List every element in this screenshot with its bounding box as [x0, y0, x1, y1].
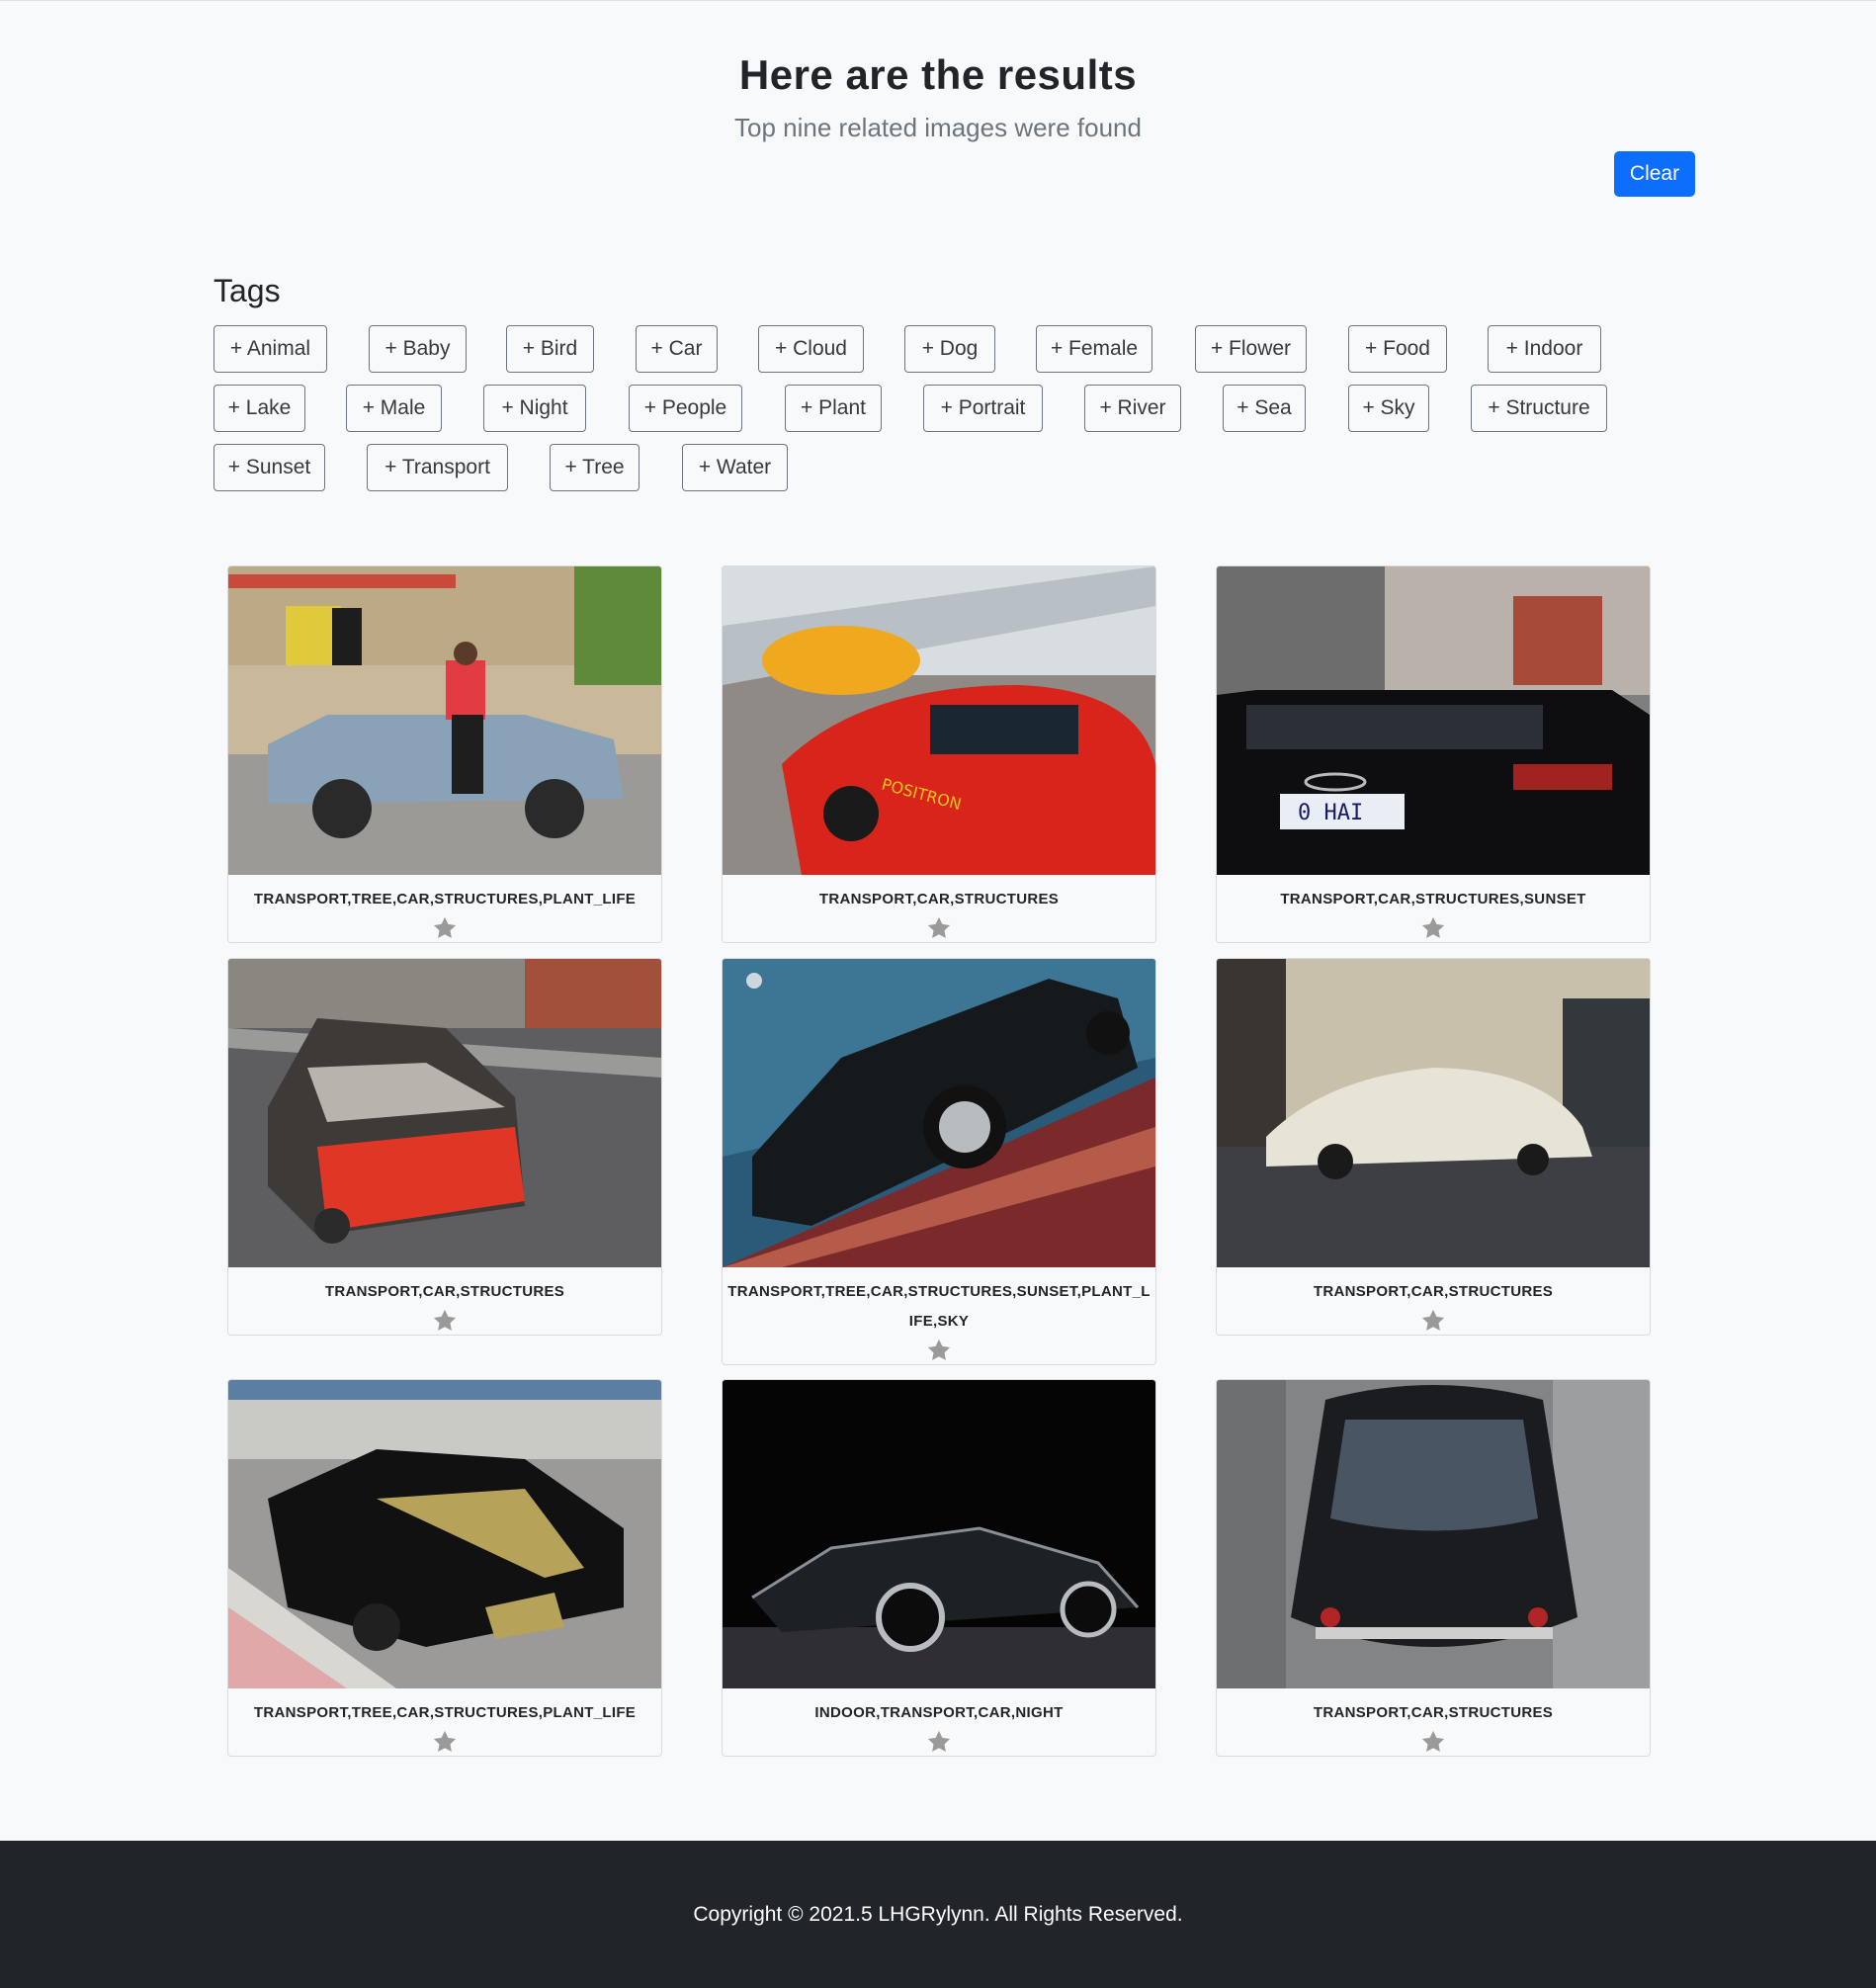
tag-lake-button[interactable]: + Lake: [213, 385, 305, 432]
tag-people-button[interactable]: + People: [629, 385, 742, 432]
tag-portrait-button[interactable]: + Portrait: [923, 385, 1043, 432]
result-image[interactable]: [228, 1380, 661, 1688]
tag-animal-button[interactable]: + Animal: [213, 325, 327, 373]
result-image[interactable]: [228, 566, 661, 875]
svg-text:0 HAI: 0 HAI: [1298, 801, 1363, 825]
star-icon[interactable]: [431, 1307, 459, 1335]
tag-sunset-button[interactable]: + Sunset: [213, 444, 325, 491]
result-image[interactable]: 0 HAI: [1217, 566, 1650, 875]
result-card: TRANSPORT,CAR,STRUCTURES: [1216, 958, 1651, 1336]
star-icon[interactable]: [925, 1728, 953, 1756]
tag-transport-button[interactable]: + Transport: [367, 444, 508, 491]
result-image[interactable]: [228, 959, 661, 1267]
star-icon[interactable]: [431, 1728, 459, 1756]
result-image[interactable]: [723, 1380, 1155, 1688]
tag-plant-button[interactable]: + Plant: [785, 385, 882, 432]
result-image[interactable]: [723, 959, 1155, 1267]
result-image[interactable]: [1217, 1380, 1650, 1688]
results-header: Here are the results Top nine related im…: [0, 51, 1876, 143]
page-subtitle: Top nine related images were found: [734, 113, 1142, 142]
tag-cloud-button[interactable]: + Cloud: [758, 325, 864, 373]
result-card: TRANSPORT,TREE,CAR,STRUCTURES,PLANT_LIFE: [227, 565, 662, 943]
tag-bird-button[interactable]: + Bird: [506, 325, 594, 373]
tag-sea-button[interactable]: + Sea: [1223, 385, 1306, 432]
star-icon[interactable]: [431, 914, 459, 942]
result-tags-caption: TRANSPORT,CAR,STRUCTURES: [1313, 1283, 1554, 1300]
star-icon[interactable]: [1419, 1728, 1447, 1756]
result-card: POSITRON TRANSPORT,CAR,STRUCTURES: [722, 565, 1156, 943]
result-tags-caption: INDOOR,TRANSPORT,CAR,NIGHT: [814, 1704, 1064, 1721]
tag-river-button[interactable]: + River: [1084, 385, 1181, 432]
clear-button[interactable]: Clear: [1614, 151, 1695, 197]
tag-female-button[interactable]: + Female: [1036, 325, 1152, 373]
tag-food-button[interactable]: + Food: [1348, 325, 1447, 373]
tag-baby-button[interactable]: + Baby: [369, 325, 467, 373]
result-tags-caption: TRANSPORT,TREE,CAR,STRUCTURES,SUNSET,PLA…: [727, 1283, 1151, 1330]
tag-flower-button[interactable]: + Flower: [1195, 325, 1307, 373]
result-card: TRANSPORT,TREE,CAR,STRUCTURES,PLANT_LIFE: [227, 1379, 662, 1757]
copyright-text: Copyright © 2021.5 LHGRylynn. All Rights…: [693, 1902, 1183, 1926]
star-icon[interactable]: [1419, 1307, 1447, 1335]
result-tags-caption: TRANSPORT,CAR,STRUCTURES: [1313, 1704, 1554, 1721]
result-tags-caption: TRANSPORT,CAR,STRUCTURES,SUNSET: [1280, 891, 1586, 908]
tag-tree-button[interactable]: + Tree: [550, 444, 640, 491]
result-tags-caption: TRANSPORT,CAR,STRUCTURES: [324, 1283, 565, 1300]
tag-male-button[interactable]: + Male: [346, 385, 442, 432]
star-icon[interactable]: [925, 914, 953, 942]
tag-dog-button[interactable]: + Dog: [904, 325, 995, 373]
result-tags-caption: TRANSPORT,TREE,CAR,STRUCTURES,PLANT_LIFE: [253, 1704, 637, 1721]
star-icon[interactable]: [1419, 914, 1447, 942]
tag-structure-button[interactable]: + Structure: [1471, 385, 1607, 432]
result-image[interactable]: [1217, 959, 1650, 1267]
tag-indoor-button[interactable]: + Indoor: [1488, 325, 1601, 373]
result-card: TRANSPORT,CAR,STRUCTURES: [1216, 1379, 1651, 1757]
tag-night-button[interactable]: + Night: [483, 385, 586, 432]
page-title: Here are the results: [738, 51, 1138, 98]
result-image[interactable]: POSITRON: [723, 566, 1155, 875]
tags-heading: Tags: [213, 273, 281, 308]
result-card: INDOOR,TRANSPORT,CAR,NIGHT: [722, 1379, 1156, 1757]
result-card: 0 HAI TRANSPORT,CAR,STRUCTURES,SUNSET: [1216, 565, 1651, 943]
page-footer: Copyright © 2021.5 LHGRylynn. All Rights…: [0, 1841, 1876, 1988]
star-icon[interactable]: [925, 1337, 953, 1364]
result-card: TRANSPORT,CAR,STRUCTURES: [227, 958, 662, 1336]
result-tags-caption: TRANSPORT,CAR,STRUCTURES: [818, 891, 1060, 908]
tag-car-button[interactable]: + Car: [636, 325, 718, 373]
tag-sky-button[interactable]: + Sky: [1348, 385, 1429, 432]
top-border: [0, 0, 1876, 1]
tag-water-button[interactable]: + Water: [682, 444, 788, 491]
result-card: TRANSPORT,TREE,CAR,STRUCTURES,SUNSET,PLA…: [722, 958, 1156, 1365]
result-tags-caption: TRANSPORT,TREE,CAR,STRUCTURES,PLANT_LIFE: [253, 891, 637, 908]
